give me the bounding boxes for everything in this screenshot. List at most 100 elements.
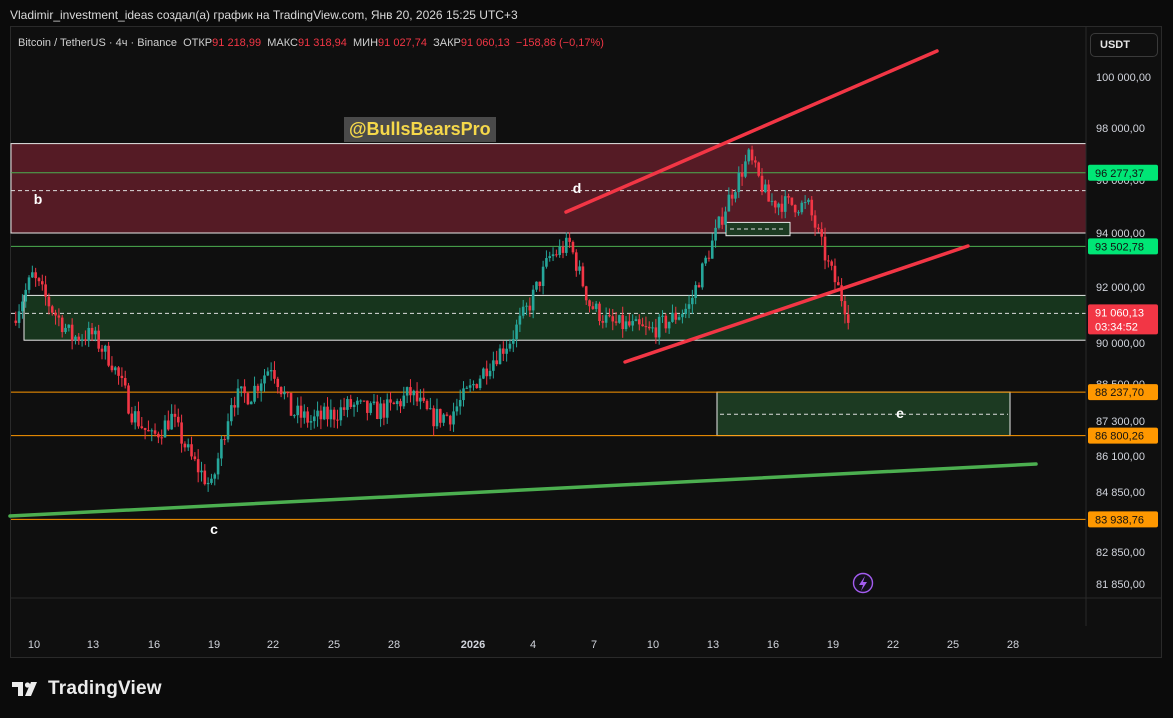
candle-body <box>823 236 827 261</box>
candle-body <box>810 199 814 216</box>
candle-body <box>133 411 137 423</box>
candle-body <box>608 315 611 317</box>
price-tick-label: 84 850,00 <box>1096 487 1145 499</box>
candle-body <box>773 200 777 208</box>
tradingview-logo[interactable]: TradingView <box>12 678 162 700</box>
time-tick-label: 22 <box>887 639 899 651</box>
candle-body <box>578 266 581 271</box>
candle-body <box>508 343 512 349</box>
price-tick-label: 86 100,00 <box>1096 451 1145 463</box>
candle-body <box>157 433 160 438</box>
candle-body <box>306 411 309 423</box>
candle-body <box>684 308 688 314</box>
candle-body <box>637 319 641 325</box>
price-tick-label: 81 850,00 <box>1096 579 1145 591</box>
candle-body <box>34 272 37 279</box>
candle-body <box>482 368 485 379</box>
candle-body <box>299 405 303 418</box>
candle-body <box>750 149 754 161</box>
candle-body <box>123 378 127 386</box>
candle-body <box>67 324 71 328</box>
candle-body <box>346 399 349 410</box>
candle-body <box>452 411 455 425</box>
candle-body <box>647 326 651 329</box>
candle-body <box>505 348 508 354</box>
candle-body <box>714 227 717 241</box>
candle-body <box>183 443 187 448</box>
candle-body <box>405 387 409 396</box>
candle-body <box>591 306 595 309</box>
close-value: 91 060,13 <box>460 37 510 49</box>
candle-body <box>780 203 784 212</box>
candle-body <box>359 400 362 402</box>
price-tick-label: 82 850,00 <box>1096 547 1145 559</box>
candle-body <box>180 422 183 444</box>
candle-body <box>598 303 601 322</box>
candle-body <box>671 312 674 322</box>
candle-body <box>843 301 847 315</box>
candle-body <box>657 316 661 338</box>
candle-body <box>691 298 694 305</box>
candle-body <box>621 315 625 330</box>
candle-body <box>744 161 747 177</box>
time-tick-label: 13 <box>87 639 99 651</box>
candle-body <box>186 444 190 448</box>
currency-button[interactable]: USDT <box>1090 33 1158 57</box>
candle-body <box>535 281 538 290</box>
candle-body <box>226 421 230 440</box>
chart-svg[interactable]: 100 000,0098 000,0096 000,0094 000,0092 … <box>0 0 1173 718</box>
candle-body <box>541 266 545 287</box>
candle-body <box>548 256 552 259</box>
candle-body <box>574 252 578 271</box>
time-tick-label: 19 <box>208 639 220 651</box>
candle-body <box>694 285 697 299</box>
candle-body <box>528 305 532 311</box>
candle-body <box>628 321 631 326</box>
candle-body <box>216 458 220 475</box>
candle-body <box>356 400 359 405</box>
candle-body <box>568 237 571 242</box>
candle-body <box>21 301 24 312</box>
time-tick-label: 28 <box>388 639 400 651</box>
open-label: ОТКР <box>183 37 213 49</box>
candle-body <box>588 300 591 307</box>
candle-body <box>239 386 243 389</box>
symbol-name[interactable]: Bitcoin / TetherUS · 4ч · Binance <box>18 37 177 49</box>
candle-body <box>687 304 691 309</box>
candle-body <box>783 196 787 212</box>
candle-body <box>654 327 658 338</box>
candle-body <box>571 241 575 253</box>
candle-body <box>717 216 721 228</box>
time-tick-label: 10 <box>28 639 40 651</box>
candle-body <box>349 399 353 408</box>
candle-body <box>223 439 227 441</box>
candle-body <box>286 392 290 394</box>
candle-body <box>488 370 492 377</box>
candle-body <box>661 315 664 317</box>
candle-body <box>803 202 807 204</box>
price-tick-label: 98 000,00 <box>1096 123 1145 135</box>
candle-body <box>283 392 286 395</box>
candle-body <box>74 336 77 341</box>
price-tick-label: 87 300,00 <box>1096 416 1145 428</box>
candle-body <box>37 278 41 282</box>
long-support-trendline[interactable] <box>8 462 1038 518</box>
candle-body <box>455 406 459 412</box>
candle-body <box>710 240 714 259</box>
candle-body <box>97 330 100 349</box>
candle-body <box>27 277 31 290</box>
candle-body <box>94 330 97 335</box>
candle-body <box>60 317 64 333</box>
candle-body <box>518 315 522 325</box>
candle-body <box>289 392 293 416</box>
price-tag-text: 88 237,70 <box>1095 387 1144 399</box>
candle-body <box>253 385 256 402</box>
candle-body <box>498 348 502 365</box>
candle-body <box>521 306 525 316</box>
candle-body <box>293 415 296 417</box>
candle-body <box>263 375 266 384</box>
candle-body <box>833 265 837 283</box>
candle-body <box>24 289 28 302</box>
candle-body <box>495 360 498 365</box>
candle-body <box>846 314 850 323</box>
